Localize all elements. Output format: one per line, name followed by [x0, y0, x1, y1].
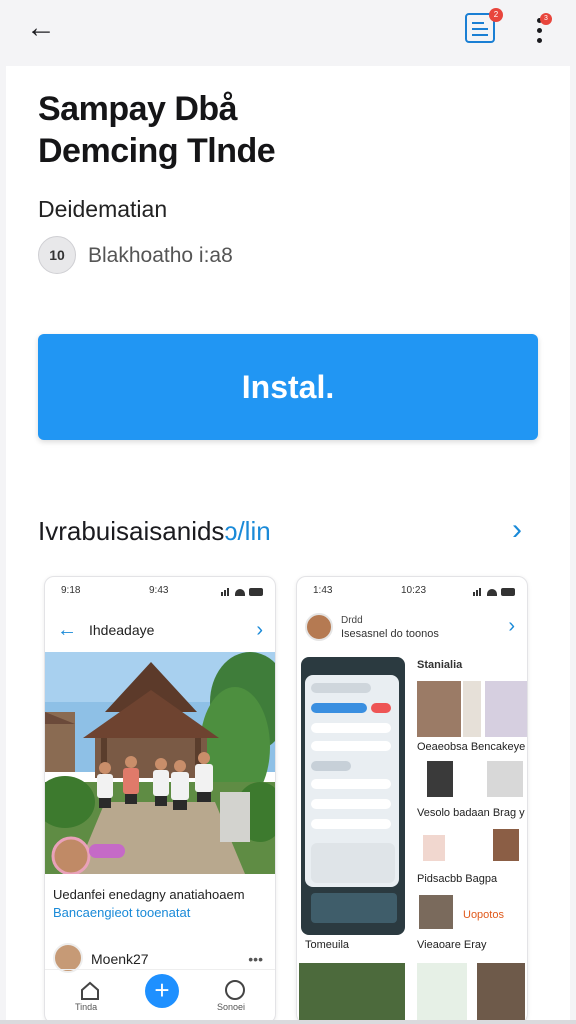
grid-label-red: Uopotos [463, 909, 504, 921]
thumbnail [493, 829, 519, 861]
status-time-center: 9:43 [149, 585, 169, 596]
developer-avatar: 10 [38, 236, 76, 274]
screenshot-title: Ihdeadaye [89, 622, 155, 638]
thumbnail [417, 681, 461, 737]
grid-label: Vieaoare Eray [417, 939, 487, 951]
back-arrow-icon: ← [57, 619, 77, 641]
bottom-nav: Tinda + Sonoei [45, 969, 275, 1023]
status-time: 9:18 [61, 585, 81, 596]
chevron-right-icon: › [508, 615, 515, 637]
chevron-right-icon[interactable]: › [512, 514, 536, 548]
status-time-center: 10:23 [401, 585, 427, 596]
author-name: Moenk27 [91, 951, 149, 967]
grid-label: Pidsacbb Bagpa [417, 873, 498, 885]
document-icon[interactable]: 2 [465, 8, 503, 43]
more-vertical-icon[interactable]: 3 [530, 12, 552, 46]
more-badge: 3 [540, 13, 552, 25]
add-icon: + [145, 974, 179, 1008]
status-icons [221, 586, 265, 596]
app-title-line-1: Sampay Dbå [38, 90, 238, 128]
pavilion-photo [45, 652, 275, 874]
profile-subtitle: Isesasnel do toonos [341, 628, 439, 640]
top-app-bar: ← 2 3 [0, 0, 576, 60]
status-icons [473, 586, 517, 596]
install-button[interactable]: Instal. [38, 334, 538, 440]
thumbnail [423, 835, 445, 861]
nav-home-label: Tinda [75, 1002, 98, 1012]
screenshot-header: ← Ihdeadaye › [45, 613, 275, 653]
thumbnail [299, 963, 405, 1023]
grid-title: Stanialia [417, 659, 463, 671]
notification-badge: 2 [489, 8, 503, 22]
more-horizontal-icon: ••• [248, 951, 263, 967]
grid-label: Oeaeobsa Bencakeye [417, 741, 526, 753]
profile-header: Drdd Isesasnel do toonos › [297, 611, 527, 651]
section-title-accent: ɔ/lin [224, 516, 271, 546]
post-caption: Uedanfei enedagny anatiahoaem [53, 887, 245, 902]
profile-name: Drdd [341, 615, 363, 626]
app-title: Sampay Dbå Demcing Tlnde [38, 88, 276, 172]
thumbnail [487, 761, 523, 797]
status-time: 1:43 [313, 585, 333, 596]
grid-label: Tomeuila [305, 939, 350, 951]
phone-screen [305, 675, 399, 887]
search-icon [225, 980, 245, 1000]
nav-search-label: Sonoei [217, 1002, 246, 1012]
bottom-edge [0, 1020, 576, 1024]
thumbnail [477, 963, 525, 1023]
avatar [305, 613, 333, 641]
app-screenshot-2[interactable]: 1:43 10:23 Drdd Isesasnel do toonos › St… [296, 576, 528, 1024]
thumbnail [427, 761, 453, 797]
chevron-right-icon: › [256, 619, 263, 641]
thumbnail [485, 681, 527, 737]
developer-name[interactable]: Blakhoatho i:a8 [88, 244, 233, 268]
thumbnail [463, 681, 481, 737]
section-title-text: Ivrabuisaisanids [38, 516, 225, 546]
grid-label: Vesolo badaan Brag y [417, 807, 525, 819]
post-link: Bancaengieot tooenatat [53, 905, 191, 920]
app-screenshot-1[interactable]: 9:18 9:43 ← Ihdeadaye › Uedanfei enedagn… [44, 576, 276, 1024]
app-title-line-2: Demcing Tlnde [38, 132, 276, 170]
back-arrow-icon[interactable]: ← [26, 12, 62, 46]
app-subtitle: Deidematian [38, 196, 168, 222]
home-icon [81, 981, 99, 1000]
phone-mockup [301, 657, 405, 935]
thumbnail [419, 895, 453, 929]
screenshots-section-title[interactable]: Ivrabuisaisanidsɔ/lin [38, 516, 271, 547]
thumbnail [417, 963, 467, 1023]
